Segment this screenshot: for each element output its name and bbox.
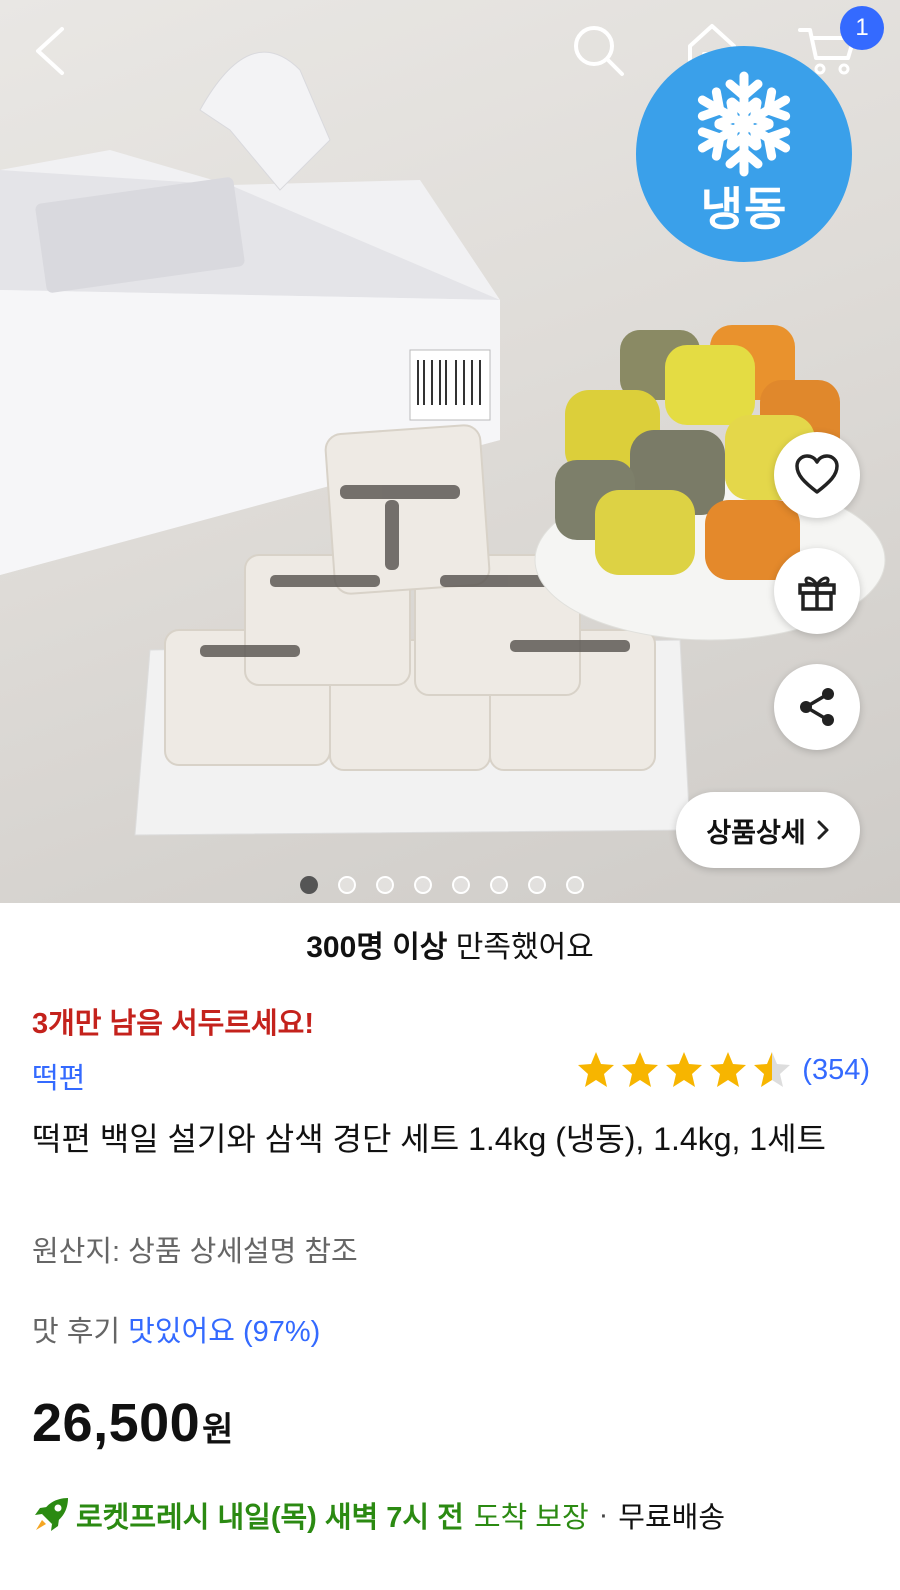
snowflake-icon	[689, 71, 799, 179]
rating-summary[interactable]: (354)	[576, 1050, 870, 1090]
product-image-carousel[interactable]: 1 냉동 상품상세	[0, 0, 900, 903]
satisfied-text: 만족했어요	[455, 931, 594, 964]
product-detail-button[interactable]: 상품상세	[676, 792, 860, 868]
carousel-dot	[376, 876, 394, 894]
chevron-left-icon	[36, 27, 64, 75]
cart-count-badge: 1	[840, 6, 884, 50]
frozen-badge: 냉동	[636, 46, 852, 262]
review-count: (354)	[802, 1053, 870, 1086]
star-icon	[710, 1052, 747, 1087]
delivery-info: 로켓프레시 내일(목) 새벽 7시 전 도착 보장 · 무료배송	[32, 1494, 725, 1536]
chevron-right-icon	[817, 820, 829, 840]
star-icon	[578, 1052, 615, 1087]
satisfied-count: 300명 이상	[306, 931, 448, 964]
taste-value: 맛있어요 (97%)	[128, 1316, 321, 1348]
product-detail-label: 상품상세	[706, 817, 806, 848]
stock-alert: 3개만 남음 서두르세요!	[32, 1008, 315, 1040]
carousel-dot	[490, 876, 508, 894]
share-icon	[800, 688, 834, 726]
carousel-dot	[414, 876, 432, 894]
star-icon	[622, 1052, 659, 1087]
rocket-fresh-eta: 로켓프레시 내일(목) 새벽 7시 전	[76, 1502, 464, 1534]
share-button[interactable]	[774, 664, 860, 750]
star-icon	[754, 1052, 791, 1087]
satisfaction-summary: 300명 이상 만족했어요	[0, 922, 900, 966]
arrival-guarantee: 도착 보장	[473, 1502, 589, 1534]
search-button[interactable]	[566, 18, 630, 82]
wishlist-button[interactable]	[774, 432, 860, 518]
price-amount: 26,500	[32, 1393, 201, 1453]
carousel-dot	[528, 876, 546, 894]
heart-icon	[795, 454, 839, 494]
star-icon	[666, 1052, 703, 1087]
price-unit: 원	[202, 1411, 234, 1449]
gift-icon	[798, 576, 836, 611]
rocket-icon	[35, 1498, 68, 1531]
carousel-dot	[338, 876, 356, 894]
separator: ·	[598, 1498, 609, 1531]
carousel-indicator	[0, 876, 900, 896]
taste-label: 맛 후기	[32, 1316, 121, 1348]
product-title: 떡편 백일 설기와 삼색 경단 세트 1.4kg (냉동), 1.4kg, 1세…	[32, 1121, 826, 1157]
free-shipping: 무료배송	[618, 1502, 726, 1534]
taste-review[interactable]: 맛 후기 맛있어요 (97%)	[32, 1308, 320, 1350]
carousel-dot	[566, 876, 584, 894]
search-icon	[574, 26, 624, 76]
frozen-label: 냉동	[700, 183, 788, 235]
carousel-dot	[300, 876, 318, 894]
star-rating	[576, 1050, 792, 1090]
brand-link[interactable]: 떡편	[32, 1055, 85, 1097]
carousel-dot	[452, 876, 470, 894]
price: 26,500 원	[32, 1392, 233, 1454]
origin-info: 원산지: 상품 상세설명 참조	[32, 1236, 358, 1268]
back-button[interactable]	[22, 18, 78, 84]
gift-button[interactable]	[774, 548, 860, 634]
